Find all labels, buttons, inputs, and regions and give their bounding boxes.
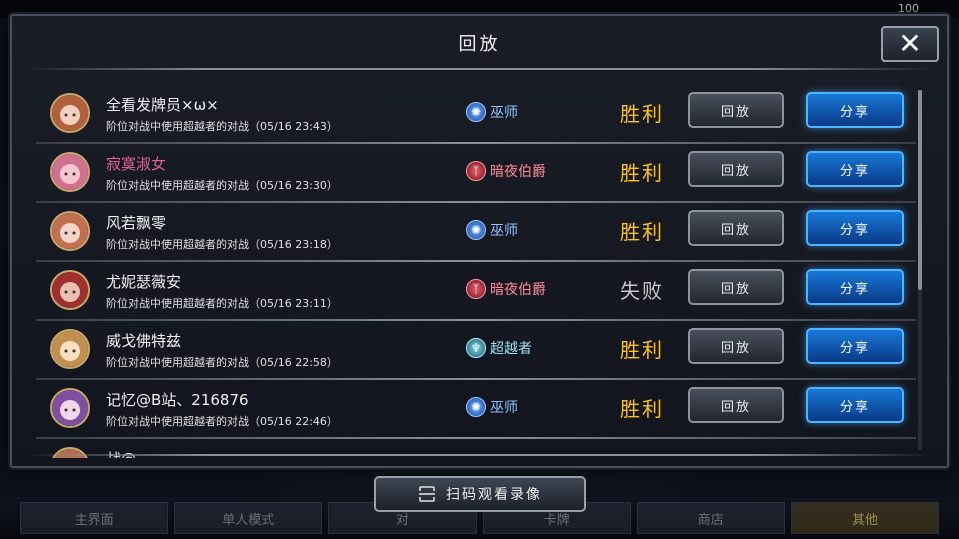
bottom-divider bbox=[24, 454, 935, 456]
replay-button[interactable]: 回放 bbox=[688, 269, 784, 305]
player-avatar bbox=[50, 270, 90, 310]
player-name: 寂寞淑女 bbox=[106, 155, 167, 173]
replay-row: 风若飘零阶位对战中使用超越者的对战（05/16 23:18） ✺ 巫师 胜利 回放 分享 bbox=[36, 204, 916, 262]
player-name: 威戈佛特兹 bbox=[106, 332, 182, 350]
opponent-class: ♆ 超越者 bbox=[466, 338, 532, 358]
player-avatar bbox=[50, 152, 90, 192]
dialog-title: 回放 bbox=[458, 34, 501, 55]
match-description: 阶位对战中使用超越者的对战（05/16 23:11） bbox=[106, 297, 338, 310]
share-button[interactable]: 分享 bbox=[806, 328, 904, 364]
replay-row: 记忆@B站、216876 阶位对战中使用超越者的对战（05/16 22:46） ✺ 巫… bbox=[36, 381, 916, 439]
class-label: 暗夜伯爵 bbox=[490, 282, 546, 298]
player-name: 全看发牌员×ω× bbox=[106, 96, 219, 114]
class-label: 巫师 bbox=[490, 105, 518, 121]
close-icon: ✕ bbox=[898, 27, 922, 60]
replay-list[interactable]: 全看发牌员×ω× 阶位对战中使用超越者的对战（05/16 23:43） ✺ 巫师 胜利回… bbox=[36, 86, 916, 458]
opponent-class: ᛉ 暗夜伯爵 bbox=[466, 161, 546, 181]
player-avatar bbox=[50, 211, 90, 251]
player-name: 尤妮瑟薇安 bbox=[106, 273, 182, 291]
class-label: 巫师 bbox=[490, 223, 518, 239]
opponent-class: ✺ 巫师 bbox=[466, 220, 518, 240]
class-label: 超越者 bbox=[490, 341, 532, 357]
share-button[interactable]: 分享 bbox=[806, 210, 904, 246]
share-button[interactable]: 分享 bbox=[806, 92, 904, 128]
replay-row: 寂寞淑女阶位对战中使用超越者的对战（05/16 23:30） ᛉ 暗夜伯爵 胜利 回放分… bbox=[36, 145, 916, 203]
replay-button[interactable]: 回放 bbox=[688, 328, 784, 364]
match-description: 阶位对战中使用超越者的对战（05/16 23:30） bbox=[106, 179, 338, 192]
row-divider bbox=[36, 260, 916, 262]
match-description: 阶位对战中使用超越者的对战（05/16 23:18） bbox=[106, 238, 338, 251]
replay-button[interactable]: 回放 bbox=[688, 387, 784, 423]
nav-tab-single: 单人模式 bbox=[174, 502, 323, 534]
replay-row: 尤妮瑟薇安阶位对战中使用超越者的对战（05/16 23:11） ᛉ 暗夜伯爵 失败 回放… bbox=[36, 263, 916, 321]
opponent-class: ᛉ 暗夜伯爵 bbox=[466, 279, 546, 299]
title-divider bbox=[26, 68, 933, 70]
opponent-class: ✺ 巫师 bbox=[466, 102, 518, 122]
opponent-class: ✺ 巫师 bbox=[466, 397, 518, 417]
match-description: 阶位对战中使用超越者的对战（05/16 22:46） bbox=[106, 415, 338, 428]
wizard-icon: ✺ bbox=[466, 220, 486, 240]
match-result: 胜利 bbox=[620, 397, 664, 421]
scan-qr-button[interactable]: 扫码观看录像 bbox=[374, 476, 586, 512]
player-avatar bbox=[50, 447, 90, 458]
qr-scan-icon bbox=[419, 486, 435, 502]
share-button[interactable]: 分享 bbox=[806, 269, 904, 305]
row-divider bbox=[36, 437, 916, 439]
vampire-icon: ᛉ bbox=[466, 279, 486, 299]
nav-tab-shop: 商店 bbox=[636, 502, 785, 534]
match-description: 阶位对战中使用超越者的对战（05/16 23:43） bbox=[106, 120, 338, 133]
share-button[interactable]: 分享 bbox=[806, 151, 904, 187]
replay-dialog: 回放 ✕ 全看发牌员×ω× 阶位对战中使用超越者的对战（05/16 23:43） ✺… bbox=[10, 14, 949, 468]
replay-button[interactable]: 回放 bbox=[688, 210, 784, 246]
vampire-icon: ᛉ bbox=[466, 161, 486, 181]
close-button[interactable]: ✕ bbox=[881, 26, 939, 62]
scan-button-label: 扫码观看录像 bbox=[446, 487, 542, 503]
class-label: 巫师 bbox=[490, 400, 518, 416]
wizard-icon: ✺ bbox=[466, 397, 486, 417]
match-result: 胜利 bbox=[620, 161, 664, 185]
share-button[interactable]: 分享 bbox=[806, 387, 904, 423]
wizard-icon: ✺ bbox=[466, 102, 486, 122]
replay-row: 威戈佛特兹阶位对战中使用超越者的对战（05/16 22:58） ♆ 超越者 胜利 回放分… bbox=[36, 322, 916, 380]
match-result: 胜利 bbox=[620, 220, 664, 244]
match-description: 阶位对战中使用超越者的对战（05/16 22:58） bbox=[106, 356, 338, 369]
scrollbar[interactable] bbox=[918, 90, 922, 450]
player-avatar bbox=[50, 388, 90, 428]
row-divider bbox=[36, 142, 916, 144]
transcendent-icon: ♆ bbox=[466, 338, 486, 358]
row-divider bbox=[36, 378, 916, 380]
replay-row: 全看发牌员×ω× 阶位对战中使用超越者的对战（05/16 23:43） ✺ 巫师 胜利回… bbox=[36, 86, 916, 144]
nav-tab-other: 其他 bbox=[790, 502, 940, 534]
scrollbar-thumb[interactable] bbox=[918, 90, 922, 290]
replay-button[interactable]: 回放 bbox=[688, 151, 784, 187]
match-result: 胜利 bbox=[620, 102, 664, 126]
player-avatar bbox=[50, 329, 90, 369]
class-label: 暗夜伯爵 bbox=[490, 164, 546, 180]
player-avatar bbox=[50, 93, 90, 133]
replay-button[interactable]: 回放 bbox=[688, 92, 784, 128]
player-name: 风若飘零 bbox=[106, 214, 167, 232]
match-result: 胜利 bbox=[620, 338, 664, 362]
player-name: 战@ bbox=[106, 448, 136, 458]
row-divider bbox=[36, 319, 916, 321]
player-name: 记忆@B站、216876 bbox=[106, 391, 249, 409]
nav-tab-home: 主界面 bbox=[20, 502, 169, 534]
match-result: 失败 bbox=[620, 279, 664, 303]
row-divider bbox=[36, 201, 916, 203]
